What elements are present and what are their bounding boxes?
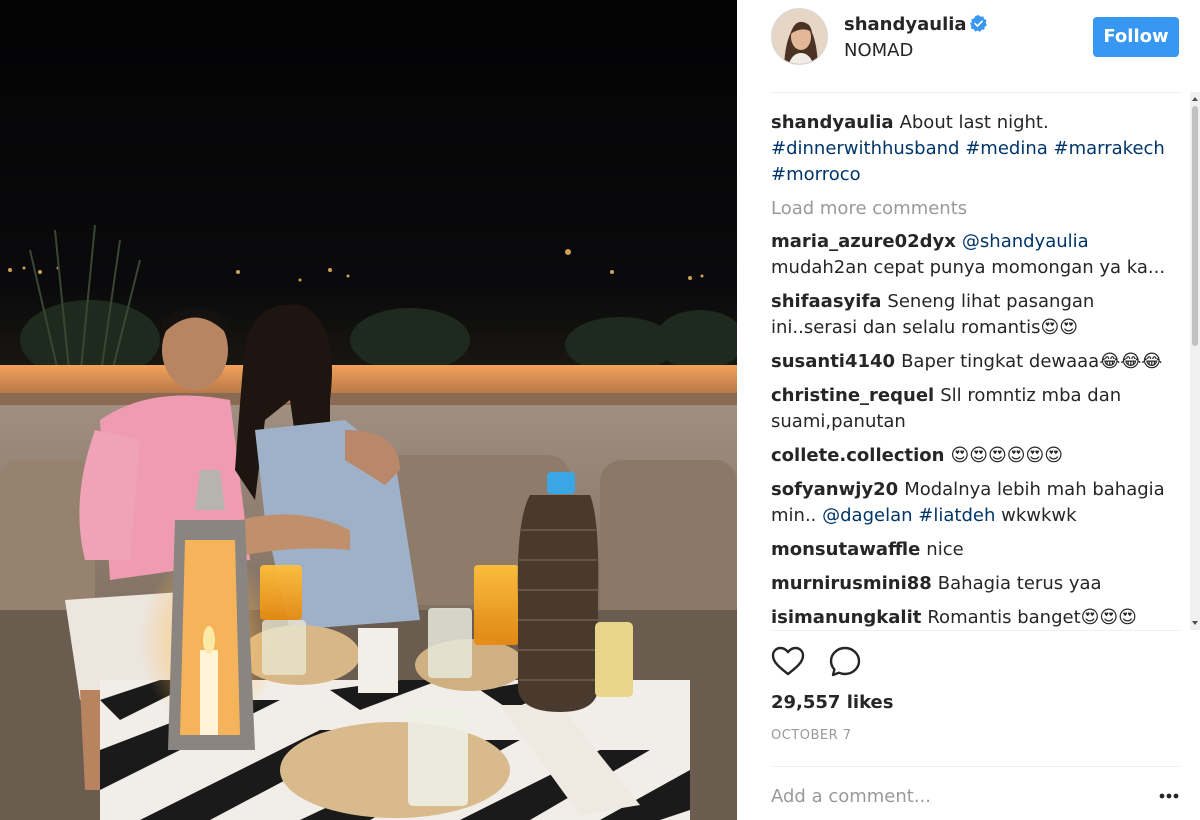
comment-text: Romantis banget😍😍😍 xyxy=(927,607,1137,628)
avatar-image xyxy=(772,9,827,64)
comments-list[interactable]: shandyaulia About last night. #dinnerwith… xyxy=(771,110,1181,630)
hashtag-link[interactable]: #marrakech xyxy=(1054,138,1165,159)
verified-badge-icon xyxy=(969,15,987,32)
caption: shandyaulia About last night. #dinnerwith… xyxy=(771,110,1181,188)
post-sidebar: shandyaulia NOMAD Follow shandyaulia Abou… xyxy=(737,0,1200,820)
comment-username[interactable]: isimanungkalit xyxy=(771,607,921,628)
post-header: shandyaulia NOMAD Follow xyxy=(737,0,1200,92)
comment-item: susanti4140 Baper tingkat dewaaa😂😂😂 xyxy=(771,349,1181,375)
author-username-text[interactable]: shandyaulia xyxy=(844,14,967,35)
author-username[interactable]: shandyaulia xyxy=(844,14,987,35)
comment-text: Bahagia terus yaa xyxy=(937,573,1102,594)
scroll-up-arrow-icon[interactable] xyxy=(1190,94,1200,104)
caption-text: About last night. xyxy=(899,112,1049,133)
more-options-icon[interactable] xyxy=(1157,786,1181,806)
comments-scrollbar[interactable] xyxy=(1190,92,1200,630)
add-comment-input[interactable] xyxy=(771,782,1131,810)
post-location[interactable]: NOMAD xyxy=(844,40,913,61)
post-photo[interactable] xyxy=(0,0,737,820)
actions-divider xyxy=(771,630,1181,631)
caption-username[interactable]: shandyaulia xyxy=(771,112,894,133)
hashtag-link[interactable]: #dinnerwithhusband xyxy=(771,138,959,159)
post-date[interactable]: OCTOBER 7 xyxy=(771,728,852,743)
hashtag-link[interactable]: #liatdeh xyxy=(918,505,995,526)
comment-text: wkwkwk xyxy=(1001,505,1077,526)
comment-username[interactable]: murnirusmini88 xyxy=(771,573,932,594)
comment-username[interactable]: maria_azure02dyx xyxy=(771,231,956,252)
hashtag-link[interactable]: #morroco xyxy=(771,164,861,185)
comment-text: nice xyxy=(926,539,964,560)
comment-item: murnirusmini88 Bahagia terus yaa xyxy=(771,571,1181,597)
scroll-down-arrow-icon[interactable] xyxy=(1190,618,1200,628)
avatar[interactable] xyxy=(771,8,828,65)
mention-link[interactable]: @dagelan xyxy=(822,505,912,526)
comment-username[interactable]: monsutawaffle xyxy=(771,539,920,560)
comment-text: Baper tingkat dewaaa😂😂😂 xyxy=(901,351,1163,372)
comment-item: maria_azure02dyx @shandyaulia mudah2an ce… xyxy=(771,229,1181,281)
comment-item: shifaasyifa Seneng lihat pasangan ini..se… xyxy=(771,289,1181,341)
hashtag-link[interactable]: #medina xyxy=(965,138,1048,159)
likes-count[interactable]: 29,557 likes xyxy=(771,692,893,713)
comment-icon[interactable] xyxy=(828,645,862,679)
follow-button[interactable]: Follow xyxy=(1093,17,1179,57)
comment-item: collete.collection 😍😍😍😍😍😍 xyxy=(771,443,1181,469)
comment-box-divider xyxy=(771,766,1181,767)
comment-username[interactable]: collete.collection xyxy=(771,445,944,466)
comment-item: monsutawaffle nice xyxy=(771,537,1181,563)
load-more-comments-link[interactable]: Load more comments xyxy=(771,196,1181,222)
comment-item: isimanungkalit Romantis banget😍😍😍 xyxy=(771,605,1181,630)
header-divider xyxy=(771,92,1181,93)
comment-item: sofyanwjy20 Modalnya lebih mah bahagia mi… xyxy=(771,477,1181,529)
comment-username[interactable]: christine_requel xyxy=(771,385,934,406)
heart-icon[interactable] xyxy=(771,645,805,679)
scrollbar-thumb[interactable] xyxy=(1192,106,1198,346)
post-photo-illustration xyxy=(0,0,737,820)
comment-text: mudah2an cepat punya momongan ya ka... xyxy=(771,257,1166,278)
comment-item: christine_requel Sll romntiz mba dan suam… xyxy=(771,383,1181,435)
comment-username[interactable]: shifaasyifa xyxy=(771,291,881,312)
mention-link[interactable]: @shandyaulia xyxy=(962,231,1089,252)
comment-username[interactable]: sofyanwjy20 xyxy=(771,479,898,500)
comment-username[interactable]: susanti4140 xyxy=(771,351,895,372)
comment-text: 😍😍😍😍😍😍 xyxy=(950,445,1064,466)
